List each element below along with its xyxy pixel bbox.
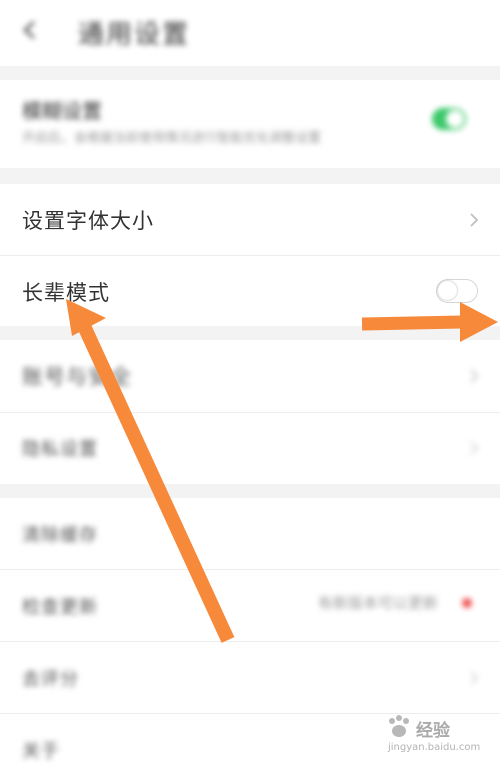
clear-cache-label: 清除缓存 xyxy=(22,525,98,546)
update-badge xyxy=(462,598,472,608)
baidu-jingyan-watermark: 经验 jingyan.baidu.com xyxy=(384,714,494,762)
top-setting-description: 开启后，会根据当前使用情况进行智能优化调整设置 xyxy=(22,131,322,146)
account-security-row[interactable]: 账号与安全 xyxy=(0,340,500,412)
watermark-text: 经验 xyxy=(416,721,450,741)
font-size-label: 设置字体大小 xyxy=(22,209,154,233)
top-toggle-section xyxy=(0,80,500,168)
chevron-right-icon xyxy=(470,671,479,685)
back-arrow-icon[interactable] xyxy=(18,18,42,42)
elder-mode-row: 长辈模式 xyxy=(0,256,500,328)
top-setting-toggle[interactable] xyxy=(432,108,466,130)
privacy-label: 隐私设置 xyxy=(22,439,98,460)
watermark-url: jingyan.baidu.com xyxy=(388,742,481,753)
about-label: 关于 xyxy=(22,741,60,762)
page-title: 通用设置 xyxy=(78,20,191,50)
header-bar: 通用设置 xyxy=(0,0,500,66)
chevron-right-icon xyxy=(470,369,479,383)
check-update-label: 检查更新 xyxy=(22,597,98,618)
font-size-row[interactable]: 设置字体大小 xyxy=(0,184,500,256)
rate-label: 去评分 xyxy=(22,669,79,690)
elder-mode-label: 长辈模式 xyxy=(22,281,110,305)
top-setting-title: 模糊设置 xyxy=(22,99,102,123)
rate-row[interactable]: 去评分 xyxy=(0,642,500,714)
chevron-right-icon xyxy=(470,213,479,227)
elder-mode-toggle[interactable] xyxy=(436,279,478,303)
paw-logo-icon xyxy=(389,715,409,737)
screen: 通用设置 模糊设置 开启后，会根据当前使用情况进行智能优化调整设置 设置字体大小… xyxy=(0,0,500,767)
chevron-right-icon xyxy=(470,441,479,455)
clear-cache-row[interactable]: 清除缓存 xyxy=(0,498,500,570)
privacy-row[interactable]: 隐私设置 xyxy=(0,412,500,484)
account-security-label: 账号与安全 xyxy=(22,365,132,389)
update-status-text: 有新版本可以更新 xyxy=(318,594,439,612)
